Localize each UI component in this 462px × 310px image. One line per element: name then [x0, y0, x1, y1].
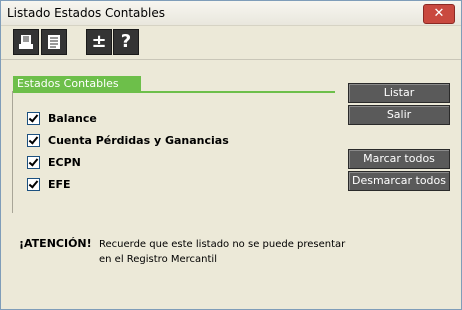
checkbox-cuenta-pyg[interactable]: Cuenta Pérdidas y Ganancias: [27, 134, 229, 147]
group-title: Estados Contables: [13, 76, 141, 91]
plus-minus-button[interactable]: ±: [86, 29, 112, 55]
checkbox-label: Cuenta Pérdidas y Ganancias: [48, 134, 229, 147]
marcar-todos-button[interactable]: Marcar todos: [348, 149, 450, 169]
checkbox-checked-icon[interactable]: [27, 178, 40, 191]
help-icon: ?: [120, 31, 132, 52]
group-border: [12, 91, 13, 213]
checkbox-label: EFE: [48, 178, 71, 191]
checkbox-label: Balance: [48, 112, 97, 125]
plus-minus-icon: ±: [91, 31, 107, 52]
checkbox-checked-icon[interactable]: [27, 112, 40, 125]
checkbox-ecpn[interactable]: ECPN: [27, 156, 81, 169]
notice-text: Recuerde que este listado no se puede pr…: [99, 239, 346, 265]
help-button[interactable]: ?: [113, 29, 139, 55]
document-icon: [48, 35, 60, 49]
preview-button[interactable]: [41, 29, 67, 55]
checkbox-checked-icon[interactable]: [27, 134, 40, 147]
notice-title: ¡ATENCIÓN!: [19, 237, 92, 250]
salir-button[interactable]: Salir: [348, 105, 450, 125]
print-button[interactable]: [13, 29, 39, 55]
group-underline: [13, 91, 335, 93]
close-button[interactable]: ✕: [423, 4, 455, 24]
close-icon: ✕: [433, 6, 445, 21]
title-bar: Listado Estados Contables ✕: [1, 1, 461, 26]
printer-icon: [19, 35, 33, 49]
checkbox-efe[interactable]: EFE: [27, 178, 71, 191]
desmarcar-todos-button[interactable]: Desmarcar todos: [348, 171, 450, 191]
listar-button[interactable]: Listar: [348, 83, 450, 103]
dialog-window: Listado Estados Contables ✕ ± ? Estados …: [0, 0, 462, 310]
checkbox-label: ECPN: [48, 156, 81, 169]
checkbox-checked-icon[interactable]: [27, 156, 40, 169]
window-title: Listado Estados Contables: [7, 6, 165, 20]
checkbox-balance[interactable]: Balance: [27, 112, 97, 125]
toolbar: ± ?: [1, 25, 461, 60]
